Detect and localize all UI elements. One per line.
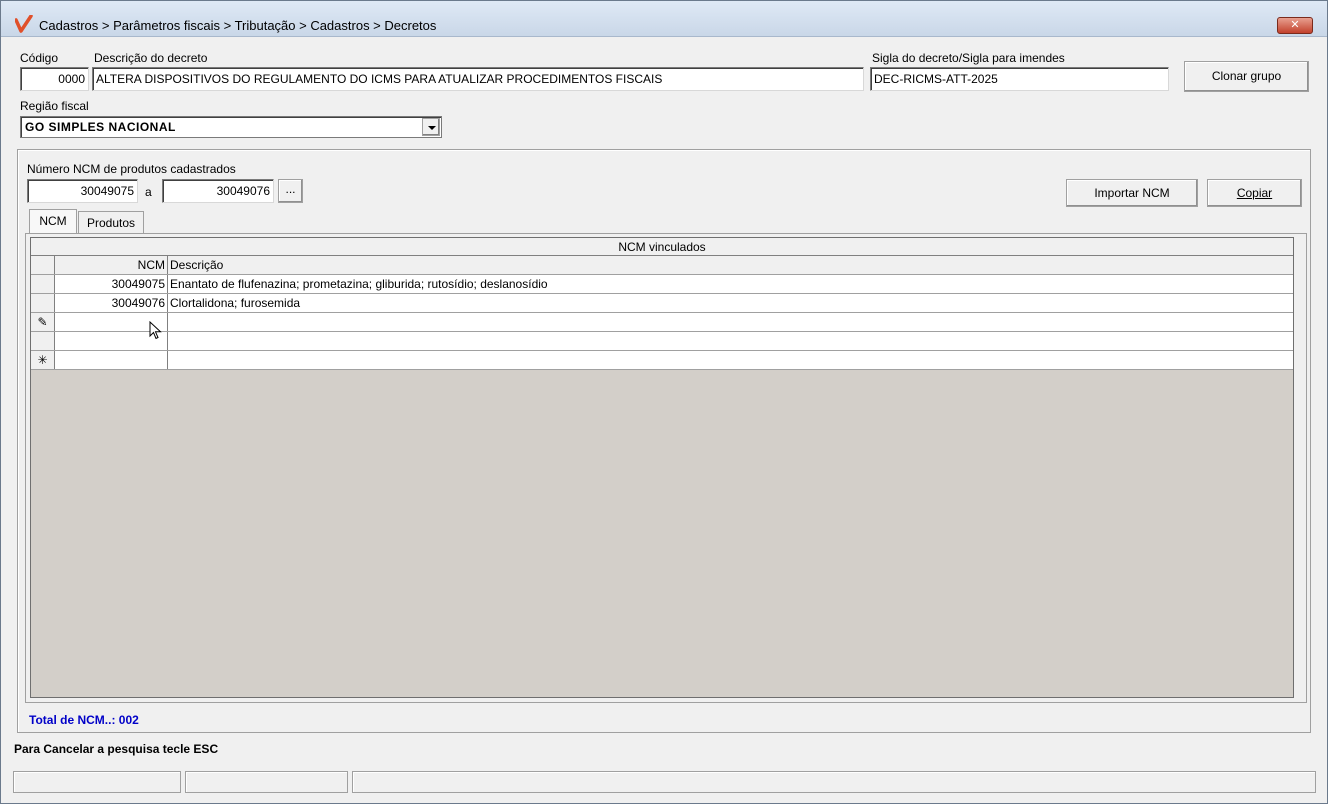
column-header-descricao[interactable]: Descrição bbox=[168, 256, 1292, 274]
decretos-window: Cadastros > Parâmetros fiscais > Tributa… bbox=[0, 0, 1328, 804]
total-ncm-label: Total de NCM..: 002 bbox=[29, 713, 139, 727]
statusbar-panel-2 bbox=[185, 771, 348, 793]
codigo-label: Código bbox=[20, 51, 59, 65]
ncm-filter-label: Número NCM de produtos cadastrados bbox=[27, 162, 236, 176]
table-row-editing[interactable]: ✎ bbox=[31, 313, 1293, 332]
ncm-browse-button[interactable]: ... bbox=[278, 179, 303, 203]
window-title: Cadastros > Parâmetros fiscais > Tributa… bbox=[39, 18, 437, 33]
ncm-to-field[interactable]: 30049076 bbox=[162, 179, 274, 203]
copiar-button[interactable]: Copiar bbox=[1207, 179, 1302, 207]
grid-header-row: NCM Descrição bbox=[31, 256, 1293, 275]
sigla-field[interactable]: DEC-RICMS-ATT-2025 bbox=[870, 67, 1169, 91]
regiao-value: GO SIMPLES NACIONAL bbox=[25, 120, 176, 134]
chevron-down-icon[interactable] bbox=[422, 118, 440, 136]
row-indicator bbox=[31, 275, 55, 293]
app-logo-icon bbox=[15, 15, 33, 33]
table-row-new[interactable]: ✳ bbox=[31, 351, 1293, 370]
row-indicator bbox=[31, 332, 55, 350]
new-row-asterisk-icon: ✳ bbox=[31, 351, 55, 369]
descricao-field[interactable]: ALTERA DISPOSITIVOS DO REGULAMENTO DO IC… bbox=[92, 67, 864, 91]
mouse-cursor-icon bbox=[149, 321, 162, 340]
ncm-from-field[interactable]: 30049075 bbox=[27, 179, 138, 203]
grid-caption: NCM vinculados bbox=[31, 238, 1293, 256]
sigla-label: Sigla do decreto/Sigla para imendes bbox=[872, 51, 1065, 65]
row-indicator bbox=[31, 294, 55, 312]
descricao-cell[interactable] bbox=[168, 332, 1292, 350]
title-bar: Cadastros > Parâmetros fiscais > Tributa… bbox=[1, 1, 1327, 37]
descricao-cell[interactable]: Enantato de flufenazina; prometazina; gl… bbox=[168, 275, 1292, 293]
ncm-cell[interactable]: 30049076 bbox=[55, 294, 168, 312]
ncm-cell[interactable] bbox=[55, 351, 168, 369]
ncm-range-separator: a bbox=[145, 185, 152, 199]
tab-ncm[interactable]: NCM bbox=[29, 209, 77, 233]
codigo-field[interactable]: 0000 bbox=[20, 67, 89, 91]
ncm-cell[interactable]: 30049075 bbox=[55, 275, 168, 293]
table-row[interactable] bbox=[31, 332, 1293, 351]
statusbar-panel-1 bbox=[13, 771, 181, 793]
descricao-cell[interactable] bbox=[168, 313, 1292, 331]
row-indicator-header bbox=[31, 256, 55, 274]
clonar-grupo-button[interactable]: Clonar grupo bbox=[1184, 61, 1309, 92]
close-icon: ✕ bbox=[1290, 19, 1300, 31]
table-row[interactable]: 30049075 Enantato de flufenazina; promet… bbox=[31, 275, 1293, 294]
statusbar-panel-3 bbox=[352, 771, 1316, 793]
ncm-grid: NCM vinculados NCM Descrição 30049075 En… bbox=[30, 237, 1294, 698]
descricao-cell[interactable]: Clortalidona; furosemida bbox=[168, 294, 1292, 312]
tab-produtos[interactable]: Produtos bbox=[78, 211, 144, 233]
regiao-select[interactable]: GO SIMPLES NACIONAL bbox=[20, 116, 442, 138]
regiao-label: Região fiscal bbox=[20, 99, 89, 113]
close-button[interactable]: ✕ bbox=[1277, 17, 1313, 34]
descricao-label: Descrição do decreto bbox=[94, 51, 208, 65]
descricao-cell[interactable] bbox=[168, 351, 1292, 369]
pencil-icon: ✎ bbox=[31, 313, 55, 331]
table-row[interactable]: 30049076 Clortalidona; furosemida bbox=[31, 294, 1293, 313]
importar-ncm-button[interactable]: Importar NCM bbox=[1066, 179, 1198, 207]
status-message: Para Cancelar a pesquisa tecle ESC bbox=[14, 742, 219, 756]
column-header-ncm[interactable]: NCM bbox=[55, 256, 168, 274]
